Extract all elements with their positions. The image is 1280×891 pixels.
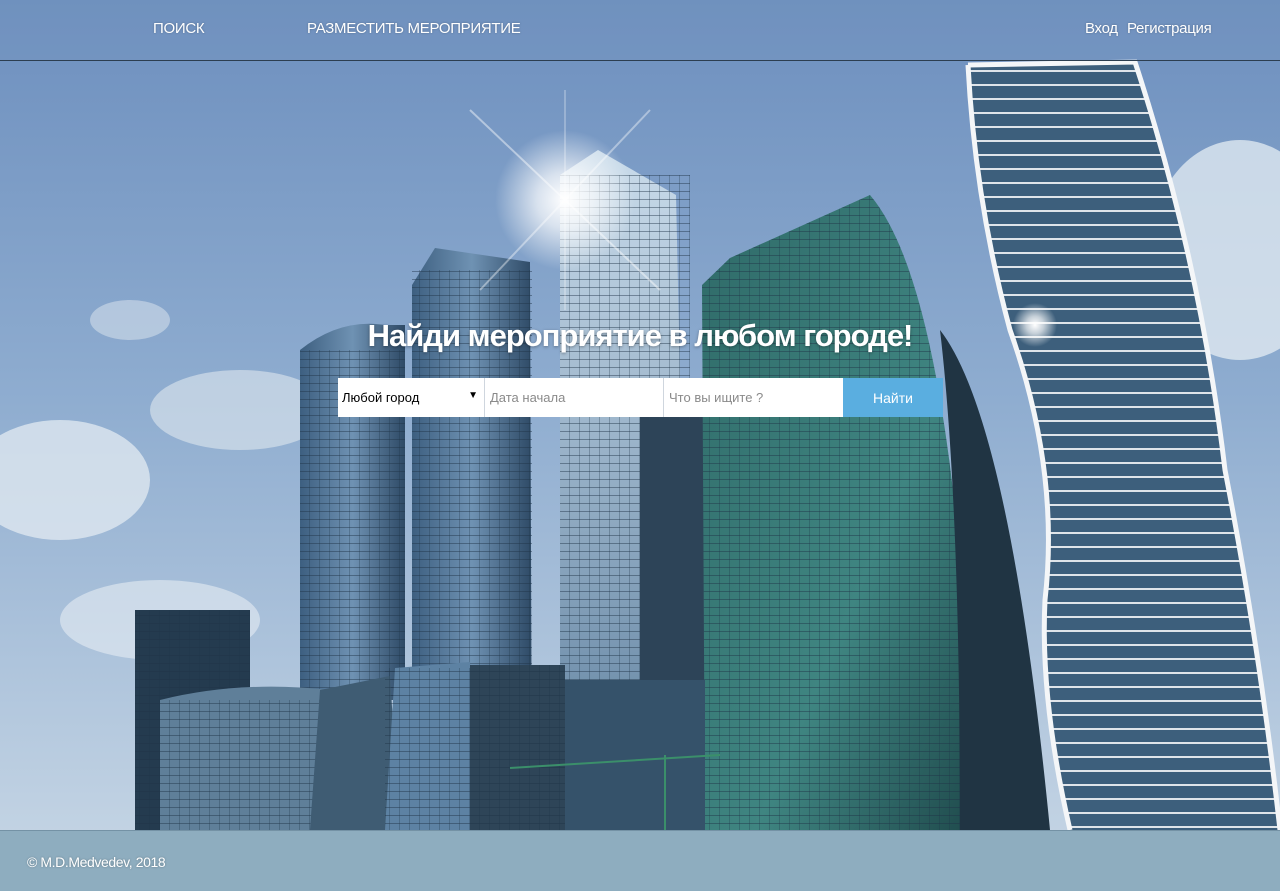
register-link[interactable]: Регистрация [1127,20,1212,37]
start-date-input[interactable] [485,378,664,417]
nav-search-link[interactable]: ПОИСК [153,20,205,37]
find-button[interactable]: Найти [843,378,943,417]
top-navigation-bar: ПОИСК РАЗМЕСТИТЬ МЕРОПРИЯТИЕ Вход Регист… [0,0,1280,61]
city-select-value: Любой город [342,390,420,405]
copyright-text: © M.D.Medvedev, 2018 [27,854,166,870]
hero-title: Найди мероприятие в любом городе! [367,318,914,353]
background-skyline-image [0,0,1280,891]
nav-post-event-link[interactable]: РАЗМЕСТИТЬ МЕРОПРИЯТИЕ [307,20,521,37]
event-search-form: Любой город ▼ Найти [338,378,943,417]
city-select[interactable]: Любой город ▼ [338,378,485,417]
footer: © M.D.Medvedev, 2018 [0,830,1280,891]
dropdown-arrow-icon: ▼ [468,390,478,401]
search-query-input[interactable] [664,378,843,417]
login-link[interactable]: Вход [1085,20,1118,37]
